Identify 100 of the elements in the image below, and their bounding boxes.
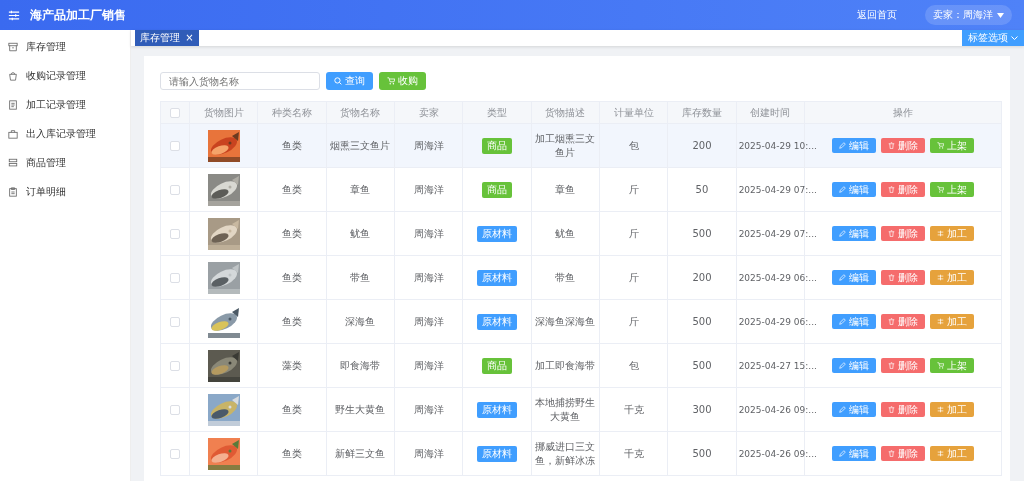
table-cell: 鱼类 — [282, 315, 302, 327]
delete-button[interactable]: 删除 — [881, 138, 925, 153]
bag-icon — [8, 70, 18, 81]
table-cell-text: 本地捕捞野生大黄鱼 — [534, 395, 597, 424]
checkbox[interactable] — [170, 361, 180, 371]
delete-button[interactable]: 删除 — [881, 402, 925, 417]
sidebar-item[interactable]: 出入库记录管理 — [0, 119, 130, 148]
edit-button[interactable]: 编辑 — [832, 358, 876, 373]
column-header: 货物名称 — [340, 106, 381, 118]
table-row[interactable]: 鱼类 鱿鱼 周海洋 原材料 鱿鱼 斤 500 2025-04-29 07:... 编辑 删除 加工 — [160, 211, 1002, 256]
table-cell: 周海洋 — [413, 227, 444, 239]
table-row[interactable]: 鱼类 野生大黄鱼 周海洋 原材料 本地捕捞野生大黄鱼 千克 300 2025-04-26 09:... 编辑 删除 加工 — [160, 387, 1002, 432]
search-button[interactable]: 查询 — [326, 72, 373, 90]
table-cell: 深海鱼 — [345, 315, 376, 327]
cart-icon — [937, 186, 944, 193]
tab-options-button[interactable]: 标签选项 — [962, 30, 1024, 46]
table-row[interactable]: 鱼类 新鲜三文鱼 周海洋 原材料 挪威进口三文鱼，新鲜冰冻 千克 500 2025-04-26 09:... 编辑 删除 加工 — [160, 431, 1002, 476]
type-tag: 原材料 — [476, 225, 517, 242]
table-cell: 2025-04-27 15:... — [738, 361, 817, 371]
table-row[interactable]: 鱼类 章鱼 周海洋 商品 章鱼 斤 50 2025-04-29 07:... 编辑 删除 上架 — [160, 167, 1002, 212]
table-cell: 斤 — [628, 183, 639, 195]
process-button[interactable]: 加工 — [930, 446, 974, 461]
type-tag: 商品 — [481, 137, 512, 154]
checkbox[interactable] — [170, 449, 180, 459]
table-cell: 200 — [692, 140, 712, 151]
table-cell: 500 — [692, 360, 712, 371]
menu-icon[interactable] — [8, 9, 20, 21]
checkbox[interactable] — [170, 185, 180, 195]
column-header: 计量单位 — [613, 106, 654, 118]
purchase-button[interactable]: 收购 — [379, 72, 426, 90]
table-row[interactable]: 藻类 即食海带 周海洋 商品 加工即食海带 包 500 2025-04-27 15:... 编辑 删除 上架 — [160, 343, 1002, 388]
clipboard-icon — [8, 186, 18, 197]
table-row[interactable]: 鱼类 烟熏三文鱼片 周海洋 商品 加工烟熏三文鱼片 包 200 2025-04-29 10:... 编辑 删除 上架 — [160, 123, 1002, 168]
delete-button[interactable]: 删除 — [881, 358, 925, 373]
trash-icon — [888, 142, 895, 149]
delete-button[interactable]: 删除 — [881, 182, 925, 197]
edit-button[interactable]: 编辑 — [832, 402, 876, 417]
edit-button[interactable]: 编辑 — [832, 182, 876, 197]
column-header: 货物图片 — [203, 106, 244, 118]
pencil-icon — [839, 362, 846, 369]
caret-icon — [997, 12, 1004, 18]
edit-button[interactable]: 编辑 — [832, 270, 876, 285]
table-cell: 即食海带 — [340, 359, 381, 371]
table-cell: 鱼类 — [282, 447, 302, 459]
list-for-sale-button[interactable]: 上架 — [930, 182, 974, 197]
pencil-icon — [839, 274, 846, 281]
checkbox[interactable] — [170, 141, 180, 151]
sidebar-item[interactable]: 收购记录管理 — [0, 61, 130, 90]
table-row[interactable]: 鱼类 带鱼 周海洋 原材料 带鱼 斤 200 2025-04-29 06:... 编辑 删除 加工 — [160, 255, 1002, 300]
pencil-icon — [839, 406, 846, 413]
edit-button[interactable]: 编辑 — [832, 314, 876, 329]
delete-button[interactable]: 删除 — [881, 314, 925, 329]
process-button[interactable]: 加工 — [930, 402, 974, 417]
cart-icon — [937, 142, 944, 149]
trash-icon — [888, 230, 895, 237]
delete-button[interactable]: 删除 — [881, 226, 925, 241]
process-button[interactable]: 加工 — [930, 270, 974, 285]
type-tag: 原材料 — [476, 401, 517, 418]
sidebar-item[interactable]: 加工记录管理 — [0, 90, 130, 119]
pencil-icon — [839, 186, 846, 193]
checkbox[interactable] — [170, 229, 180, 239]
table-cell-text: 加工烟熏三文鱼片 — [534, 131, 597, 160]
delete-button[interactable]: 删除 — [881, 270, 925, 285]
list-for-sale-button[interactable]: 上架 — [930, 138, 974, 153]
table-cell: 斤 — [628, 315, 639, 327]
checkbox[interactable] — [170, 108, 180, 118]
home-link[interactable]: 返回首页 — [857, 8, 897, 22]
type-tag: 原材料 — [476, 313, 517, 330]
sidebar-item[interactable]: 库存管理 — [0, 32, 130, 61]
table-cell: 深海鱼深海鱼 — [535, 314, 596, 329]
table-cell: 鱼类 — [282, 183, 302, 195]
checkbox[interactable] — [170, 317, 180, 327]
process-button[interactable]: 加工 — [930, 226, 974, 241]
pencil-icon — [839, 450, 846, 457]
sidebar-item[interactable]: 商品管理 — [0, 148, 130, 177]
checkbox[interactable] — [170, 405, 180, 415]
column-header: 卖家 — [418, 106, 439, 118]
edit-button[interactable]: 编辑 — [832, 226, 876, 241]
user-menu[interactable]: 卖家：周海洋 — [925, 5, 1012, 25]
table-cell: 2025-04-29 07:... — [738, 229, 817, 239]
table-cell: 藻类 — [282, 359, 302, 371]
edit-button[interactable]: 编辑 — [832, 138, 876, 153]
list-for-sale-button[interactable]: 上架 — [930, 358, 974, 373]
edit-button[interactable]: 编辑 — [832, 446, 876, 461]
table-cell: 300 — [692, 404, 712, 415]
close-icon[interactable]: × — [185, 32, 194, 43]
trash-icon — [888, 362, 895, 369]
checkbox[interactable] — [170, 273, 180, 283]
type-tag: 原材料 — [476, 445, 517, 462]
table-cell: 周海洋 — [413, 139, 444, 151]
process-button[interactable]: 加工 — [930, 314, 974, 329]
table-cell: 周海洋 — [413, 183, 444, 195]
cart-icon — [387, 77, 395, 85]
table-row[interactable]: 鱼类 深海鱼 周海洋 原材料 深海鱼深海鱼 斤 500 2025-04-29 06:... 编辑 删除 加工 — [160, 299, 1002, 344]
sidebar-item[interactable]: 订单明细 — [0, 177, 130, 206]
table-cell: 烟熏三文鱼片 — [330, 139, 391, 151]
search-field[interactable]: 请输入货物名称 — [160, 72, 320, 90]
delete-button[interactable]: 删除 — [881, 446, 925, 461]
archive-icon — [8, 41, 18, 52]
tab[interactable]: 库存管理 × — [135, 30, 199, 46]
